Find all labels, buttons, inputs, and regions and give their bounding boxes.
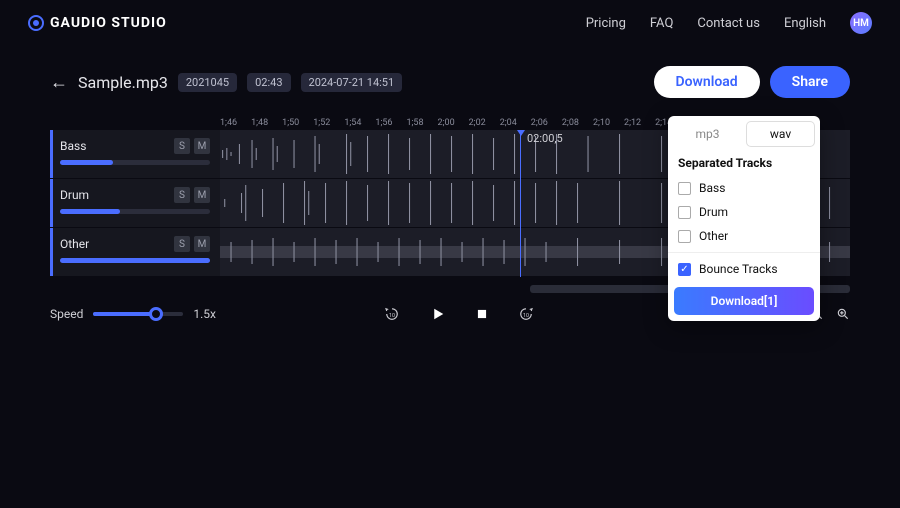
avatar[interactable]: HM (850, 12, 872, 34)
chip-timestamp: 2024-07-21 14:51 (301, 73, 403, 92)
checkbox-icon (678, 182, 691, 195)
file-name: Sample.mp3 (78, 73, 168, 92)
rewind-10-icon[interactable]: 10 (383, 305, 401, 323)
popover-title: Separated Tracks (668, 152, 820, 176)
solo-button[interactable]: S (174, 187, 190, 203)
share-button[interactable]: Share (770, 66, 850, 98)
brand-logo[interactable]: GAUDIO STUDIO (28, 15, 167, 31)
speed-label: Speed (50, 307, 83, 321)
zoom-in-icon[interactable] (836, 307, 850, 321)
checkbox-checked-icon: ✓ (678, 263, 691, 276)
speed-slider[interactable] (93, 312, 183, 316)
checkbox-icon (678, 206, 691, 219)
nav-language[interactable]: English (784, 16, 826, 31)
checkbox-icon (678, 230, 691, 243)
svg-text:10: 10 (389, 313, 395, 319)
speed-value: 1.5x (193, 307, 216, 321)
nav-pricing[interactable]: Pricing (586, 16, 626, 31)
chip-id: 2021045 (178, 73, 237, 92)
brand-text: GAUDIO STUDIO (50, 15, 167, 31)
chip-duration: 02:43 (247, 73, 290, 92)
format-tab-wav[interactable]: wav (747, 122, 814, 146)
svg-text:10: 10 (523, 313, 529, 319)
track-option-other[interactable]: Other (668, 224, 820, 248)
volume-slider[interactable] (60, 258, 210, 263)
track-option-bass[interactable]: Bass (668, 176, 820, 200)
track-name: Drum (60, 188, 89, 202)
stop-icon[interactable] (475, 307, 489, 321)
nav-faq[interactable]: FAQ (650, 16, 673, 31)
volume-slider[interactable] (60, 209, 210, 214)
playhead[interactable]: 02:00,5 (520, 132, 521, 277)
track-option-drum[interactable]: Drum (668, 200, 820, 224)
volume-slider[interactable] (60, 160, 210, 165)
solo-button[interactable]: S (174, 138, 190, 154)
mute-button[interactable]: M (194, 236, 210, 252)
brand-icon (28, 15, 44, 31)
track-name: Bass (60, 139, 86, 153)
download-popover: mp3 wav Separated Tracks Bass Drum Other… (668, 116, 820, 321)
download-button[interactable]: Download (654, 66, 760, 98)
back-arrow-icon[interactable]: ← (50, 72, 68, 93)
play-icon[interactable] (429, 305, 447, 323)
format-tab-mp3[interactable]: mp3 (674, 122, 741, 146)
forward-10-icon[interactable]: 10 (517, 305, 535, 323)
mute-button[interactable]: M (194, 187, 210, 203)
bounce-tracks-option[interactable]: ✓Bounce Tracks (668, 257, 820, 281)
track-name: Other (60, 237, 89, 251)
solo-button[interactable]: S (174, 236, 190, 252)
popover-download-button[interactable]: Download[1] (674, 287, 814, 315)
mute-button[interactable]: M (194, 138, 210, 154)
playhead-time: 02:00,5 (527, 132, 563, 145)
nav-contact[interactable]: Contact us (697, 16, 760, 31)
